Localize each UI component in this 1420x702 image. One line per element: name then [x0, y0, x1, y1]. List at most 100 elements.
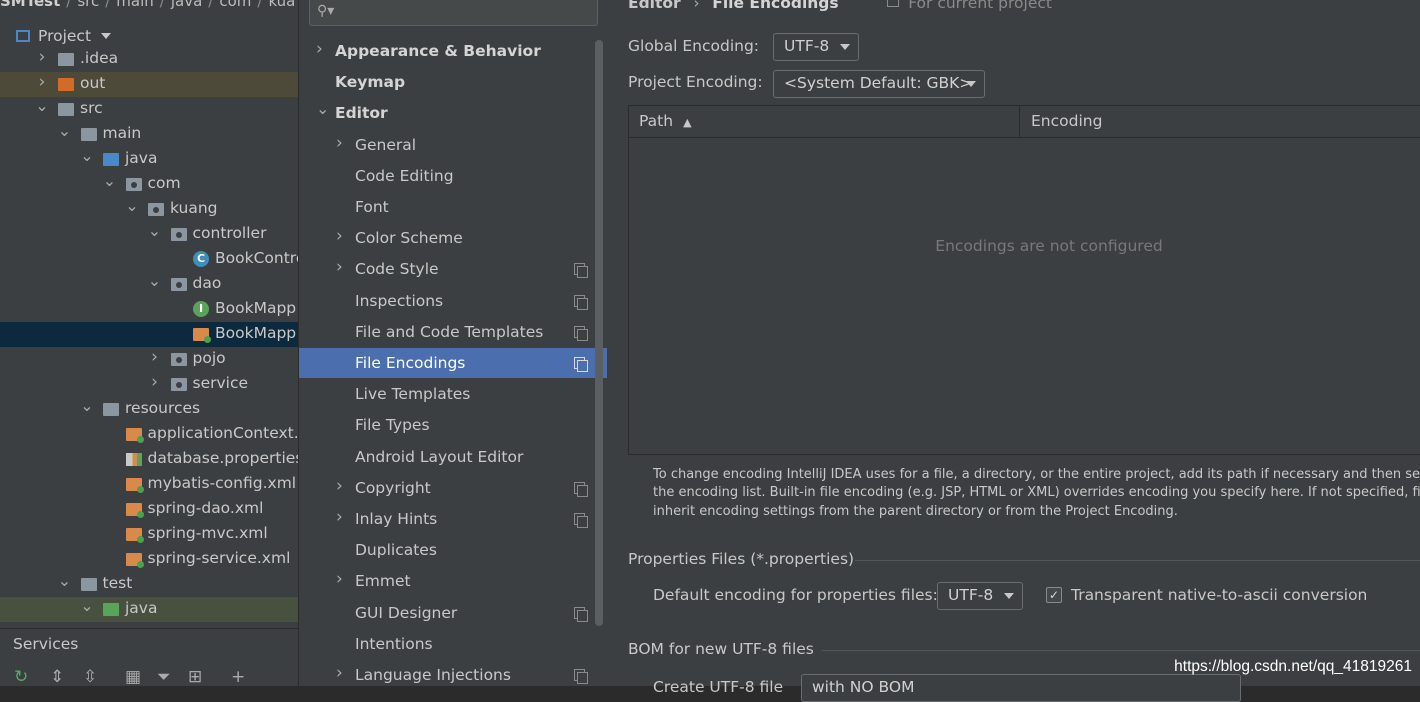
chevron-down-icon[interactable]: ⌄: [316, 99, 329, 118]
breadcrumb-src[interactable]: src: [77, 0, 99, 10]
chevron-down-icon[interactable]: ⌄: [80, 396, 94, 415]
chevron-right-icon[interactable]: ›: [35, 72, 49, 92]
project-encoding-combo[interactable]: <System Default: GBK>: [773, 70, 985, 98]
project-tree-row[interactable]: ⌄ dao: [0, 271, 298, 297]
settings-item-intentions[interactable]: Intentions: [299, 629, 607, 659]
project-tree-row[interactable]: ⌄ com: [0, 171, 298, 197]
project-tree-row[interactable]: › .idea: [0, 47, 298, 72]
chevron-right-icon[interactable]: ›: [316, 39, 323, 59]
settings-item-live-templates[interactable]: Live Templates: [299, 379, 607, 409]
settings-item-general[interactable]: › General: [299, 130, 607, 160]
group-by-icon[interactable]: ▦: [125, 667, 141, 686]
chevron-down-icon[interactable]: ⌄: [80, 596, 94, 615]
settings-item-appearance-behavior[interactable]: › Appearance & Behavior: [299, 36, 607, 66]
settings-item-keymap[interactable]: Keymap: [299, 67, 607, 97]
settings-search-input[interactable]: ⚲▾: [309, 0, 598, 26]
chevron-right-icon[interactable]: ›: [336, 133, 343, 153]
project-tree-row[interactable]: database.properties: [0, 447, 298, 472]
chevron-right-icon[interactable]: ›: [336, 257, 343, 277]
project-tree-row[interactable]: ⌄ src: [0, 96, 298, 122]
settings-item-code-editing[interactable]: Code Editing: [299, 161, 607, 191]
project-tree-label: pojo: [192, 349, 226, 367]
chevron-right-icon[interactable]: ›: [336, 569, 343, 589]
chevron-right-icon[interactable]: ›: [336, 507, 343, 527]
rerun-icon[interactable]: ↻: [14, 667, 28, 686]
project-tree-row[interactable]: I BookMapp: [0, 297, 298, 322]
filter-icon[interactable]: ⏷: [157, 667, 171, 686]
package-icon: [170, 378, 187, 391]
settings-item-emmet[interactable]: › Emmet: [299, 566, 607, 596]
settings-tree-scrollbar[interactable]: [595, 40, 603, 626]
settings-item-file-and-code-templates[interactable]: File and Code Templates: [299, 317, 607, 347]
chevron-down-icon[interactable]: ⌄: [80, 146, 94, 165]
chevron-down-icon[interactable]: ⌄: [148, 221, 162, 240]
project-tree-row[interactable]: spring-dao.xml: [0, 497, 298, 522]
settings-item-editor[interactable]: ⌄ Editor: [299, 98, 607, 128]
breadcrumb-java[interactable]: java: [171, 0, 202, 10]
chevron-right-icon[interactable]: ›: [148, 372, 162, 392]
services-title: Services: [13, 635, 79, 653]
settings-item-code-style[interactable]: › Code Style: [299, 254, 607, 284]
project-tree-row[interactable]: ⌄ java: [0, 146, 298, 172]
project-tree-row[interactable]: applicationContext.x: [0, 422, 298, 447]
expand-all-icon[interactable]: ⇕: [50, 667, 64, 686]
breadcrumb-com[interactable]: com: [219, 0, 251, 10]
settings-item-inlay-hints[interactable]: › Inlay Hints: [299, 504, 607, 534]
settings-item-inspections[interactable]: Inspections: [299, 286, 607, 316]
encodings-table[interactable]: Path ▲ Encoding Encodings are not configu…: [628, 105, 1420, 455]
chevron-down-icon[interactable]: ⌄: [125, 196, 139, 215]
breadcrumb-main[interactable]: main: [116, 0, 153, 10]
project-tree-row[interactable]: › out: [0, 72, 298, 97]
project-tree-row[interactable]: ⌄ resources: [0, 396, 298, 422]
chevron-down-icon[interactable]: ⌄: [103, 171, 117, 190]
breadcrumb-kuang[interactable]: kua: [268, 0, 295, 10]
settings-item-android-layout-editor[interactable]: Android Layout Editor: [299, 442, 607, 472]
properties-encoding-combo[interactable]: UTF-8: [937, 582, 1023, 610]
project-tree-row[interactable]: ⌄ controller: [0, 221, 298, 247]
project-view-selector[interactable]: Project: [16, 27, 112, 47]
settings-item-label: Code Style: [355, 260, 439, 279]
chevron-down-icon[interactable]: ⌄: [58, 571, 72, 590]
project-tree-row[interactable]: C BookContro: [0, 247, 298, 272]
project-tree-label: src: [80, 99, 103, 117]
column-header-encoding[interactable]: Encoding: [1031, 112, 1102, 130]
add-service-icon[interactable]: +: [231, 667, 245, 686]
project-tree-label: BookMapp: [215, 324, 297, 342]
chevron-right-icon[interactable]: ›: [336, 476, 343, 496]
chevron-right-icon[interactable]: ›: [35, 47, 49, 67]
project-tree-row[interactable]: ⌄ kuang: [0, 196, 298, 222]
project-tree-row[interactable]: BookMapp: [0, 322, 298, 347]
bom-combo[interactable]: with NO BOM: [801, 674, 1241, 702]
settings-item-copyright[interactable]: › Copyright: [299, 473, 607, 503]
chevron-right-icon[interactable]: ›: [148, 347, 162, 367]
new-tab-icon[interactable]: ⊞: [188, 667, 202, 686]
project-tree-row[interactable]: ⌄ test: [0, 571, 298, 597]
project-tree-row[interactable]: › pojo: [0, 347, 298, 372]
global-encoding-combo[interactable]: UTF-8: [773, 33, 859, 61]
settings-item-duplicates[interactable]: Duplicates: [299, 535, 607, 565]
breadcrumb-editor[interactable]: Editor: [628, 0, 681, 12]
chevron-right-icon[interactable]: ›: [336, 226, 343, 246]
project-tree-row[interactable]: › service: [0, 372, 298, 397]
chevron-down-icon[interactable]: ⌄: [58, 121, 72, 140]
chevron-right-icon[interactable]: ›: [336, 663, 343, 683]
settings-item-label: Inspections: [355, 291, 444, 310]
folder-icon: [58, 103, 74, 116]
settings-item-file-encodings[interactable]: File Encodings: [299, 348, 607, 378]
project-tree-row[interactable]: ⌄ java: [0, 596, 298, 622]
transparent-conversion-checkbox[interactable]: ✓: [1046, 587, 1062, 603]
collapse-all-icon[interactable]: ⇳: [83, 667, 97, 686]
project-tree-row[interactable]: spring-service.xml: [0, 547, 298, 572]
project-tree-row[interactable]: spring-mvc.xml: [0, 522, 298, 547]
project-tree-row[interactable]: ⌄ main: [0, 121, 298, 147]
settings-item-color-scheme[interactable]: › Color Scheme: [299, 223, 607, 253]
project-tree-row[interactable]: mybatis-config.xml: [0, 472, 298, 497]
settings-item-file-types[interactable]: File Types: [299, 410, 607, 440]
settings-item-font[interactable]: Font: [299, 192, 607, 222]
chevron-down-icon[interactable]: ⌄: [148, 271, 162, 290]
breadcrumb-project[interactable]: SMTest: [0, 0, 60, 10]
chevron-down-icon[interactable]: ⌄: [35, 96, 49, 115]
settings-item-gui-designer[interactable]: GUI Designer: [299, 598, 607, 628]
column-header-path[interactable]: Path ▲: [639, 112, 692, 130]
table-header: Path ▲ Encoding: [629, 106, 1420, 138]
